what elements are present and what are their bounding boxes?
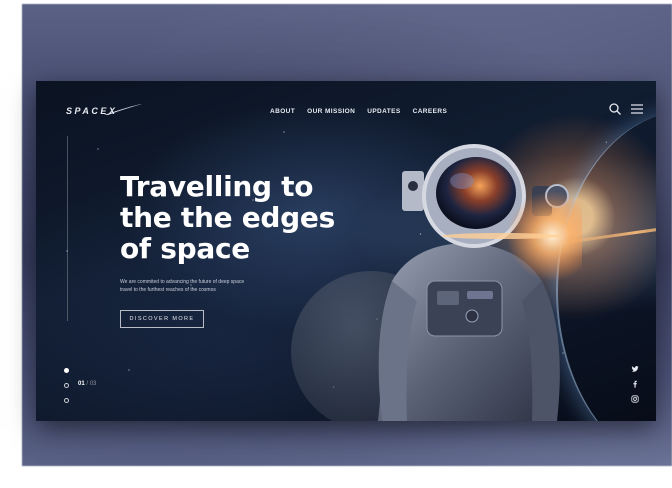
hero-subtext: We are commited to advancing the future … <box>120 278 310 294</box>
logo[interactable]: SPACEX <box>66 106 117 116</box>
headline-line-3: of space <box>120 232 250 265</box>
hero-headline: Travelling to the the edges of space <box>120 171 370 264</box>
headline-line-2: the the edges <box>120 201 335 234</box>
slide-dot-3[interactable] <box>64 398 69 403</box>
landing-page-card: SPACEX ABOUT OUR MISSION UPDATES CAREERS… <box>36 81 656 421</box>
main-nav: ABOUT OUR MISSION UPDATES CAREERS <box>270 108 447 115</box>
astronaut-image <box>378 144 582 421</box>
menu-icon[interactable] <box>630 103 644 115</box>
nav-careers[interactable]: CAREERS <box>413 108 448 115</box>
subtext-line-2: travel to the furthest reaches of the co… <box>120 287 216 293</box>
nav-about[interactable]: ABOUT <box>270 108 295 115</box>
left-rail-line <box>67 136 68 321</box>
slide-current: 01 <box>78 381 85 387</box>
facebook-icon[interactable] <box>631 380 639 388</box>
subtext-line-1: We are commited to advancing the future … <box>120 279 245 285</box>
slide-separator: / <box>86 381 89 387</box>
search-icon[interactable] <box>608 102 622 116</box>
instagram-icon[interactable] <box>631 395 639 403</box>
slide-total: 03 <box>89 381 97 387</box>
slide-dot-2[interactable] <box>64 383 69 388</box>
slide-counter: 01 / 03 <box>78 381 96 387</box>
twitter-icon[interactable] <box>631 365 639 373</box>
slide-dot-1[interactable] <box>64 368 69 373</box>
nav-our-mission[interactable]: OUR MISSION <box>307 108 355 115</box>
headline-line-1: Travelling to <box>120 170 314 203</box>
nav-updates[interactable]: UPDATES <box>367 108 400 115</box>
discover-more-button[interactable]: DISCOVER MORE <box>120 310 204 328</box>
